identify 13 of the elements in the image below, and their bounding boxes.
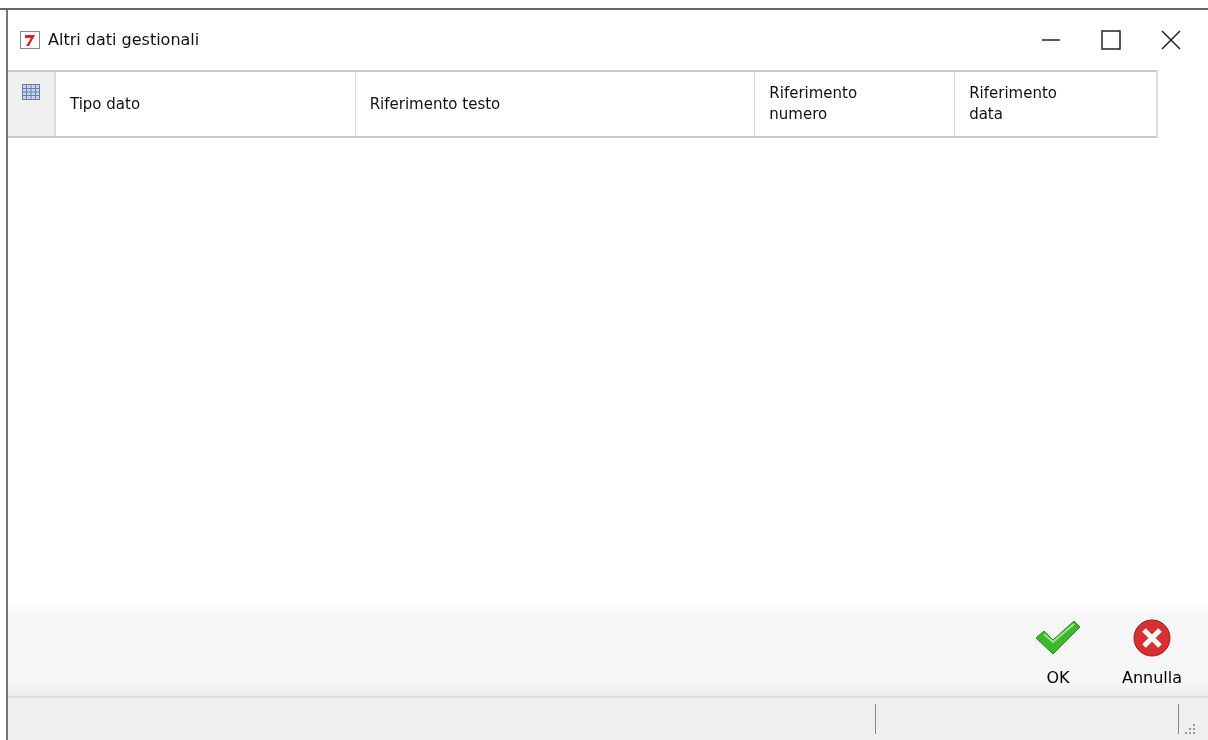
close-icon[interactable] bbox=[1161, 30, 1181, 50]
maximize-icon[interactable] bbox=[1101, 30, 1121, 50]
app-icon bbox=[20, 30, 40, 50]
grid-icon[interactable] bbox=[21, 84, 40, 100]
ok-button[interactable]: OK bbox=[1027, 618, 1088, 690]
resize-grip[interactable] bbox=[1183, 722, 1197, 736]
cancel-button[interactable]: Annulla bbox=[1115, 618, 1188, 690]
column-header[interactable]: Riferimento numero bbox=[769, 83, 882, 125]
column-header[interactable]: Riferimento testo bbox=[369, 93, 501, 115]
column-header[interactable]: Tipo dato bbox=[69, 93, 141, 115]
cancel-icon bbox=[1130, 618, 1173, 658]
column-header[interactable]: Riferimento data bbox=[969, 83, 1082, 125]
window-title: Altri dati gestionali bbox=[48, 29, 200, 51]
